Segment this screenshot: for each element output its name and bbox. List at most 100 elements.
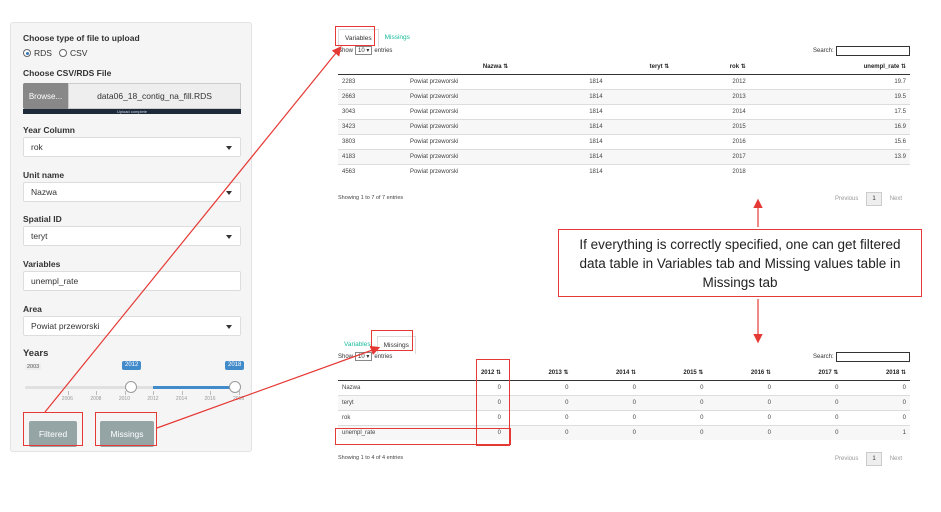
table-row: rok 0 0 0 0 0 0 0 <box>338 410 910 426</box>
years-min-label: 2003 <box>25 364 42 370</box>
column-header[interactable] <box>338 59 406 75</box>
table-cell: teryt <box>338 395 438 411</box>
area-select[interactable]: Powiat przeworski <box>23 316 241 336</box>
column-header[interactable]: 2014 ⇅ <box>572 365 640 381</box>
table-row: 3043 Powiat przeworski 1814 2014 17.5 <box>338 104 910 120</box>
table-cell: 2016 <box>673 134 750 150</box>
top-show-entries: Show 10 ▾ entries <box>338 46 392 55</box>
previous-button[interactable]: Previous <box>835 196 858 202</box>
column-header[interactable]: 2016 ⇅ <box>707 365 775 381</box>
next-button[interactable]: Next <box>890 456 902 462</box>
slider-tick <box>124 391 126 395</box>
slider-tick-label: 2016 <box>204 396 216 402</box>
browse-button[interactable]: Browse... <box>23 83 68 109</box>
bottom-search: Search: <box>813 352 910 362</box>
page-length-select[interactable]: 10 ▾ <box>355 46 373 55</box>
table-cell: Powiat przeworski <box>405 134 586 150</box>
column-header[interactable]: Nazwa ⇅ <box>405 59 586 75</box>
filtered-highlight <box>23 412 83 446</box>
show-label: Show <box>338 47 354 54</box>
slider-tick <box>67 391 69 395</box>
file-name-field[interactable]: data06_18_contig_na_fill.RDS <box>68 83 241 109</box>
table-cell: 0 <box>572 395 640 411</box>
table-row: 2283 Powiat przeworski 1814 2012 19.7 <box>338 74 910 90</box>
table-cell: 0 <box>505 410 573 426</box>
page-length-select[interactable]: 10 ▾ <box>355 352 373 361</box>
next-button[interactable]: Next <box>890 196 902 202</box>
slider-tick-label: 2014 <box>175 396 188 402</box>
area-value: Powiat przeworski <box>31 321 100 331</box>
page-1-button[interactable]: 1 <box>866 452 882 466</box>
years-slider-fill <box>153 386 239 389</box>
table-cell: 0 <box>639 410 708 426</box>
slider-tick-label: 2010 <box>118 396 130 402</box>
years-label: Years <box>23 348 49 359</box>
table-cell: 1814 <box>585 104 674 120</box>
table-cell: Powiat przeworski <box>405 149 586 165</box>
page-length-value: 10 <box>358 354 365 360</box>
radio-rds[interactable] <box>23 49 31 57</box>
column-header[interactable]: 2013 ⇅ <box>505 365 573 381</box>
radio-csv[interactable] <box>58 49 67 57</box>
spatial-id-value: teryt <box>31 231 48 241</box>
variables-table: Nazwa ⇅ teryt ⇅ rok ⇅ unempl_rate ⇅ 2283 Powi… <box>338 59 910 179</box>
table-row: 4183 Powiat przeworski 1814 2017 13.9 <box>338 149 910 165</box>
variables-value: unempl_rate <box>31 276 79 286</box>
column-header[interactable]: 2017 ⇅ <box>774 365 843 381</box>
table-cell <box>749 164 910 179</box>
unit-name-select[interactable]: Nazwa <box>23 182 241 202</box>
slider-tick-label: 2018 <box>233 396 245 402</box>
table-cell: 2017 <box>673 149 750 165</box>
years-slider-handle-from[interactable] <box>125 381 137 393</box>
area-label: Area <box>23 304 42 314</box>
table-cell: 3423 <box>338 119 406 135</box>
column-header[interactable]: teryt ⇅ <box>585 59 674 75</box>
search-input[interactable] <box>835 46 910 56</box>
entries-label: entries <box>374 353 393 360</box>
table-cell: 16.9 <box>749 119 910 135</box>
search-label: Search: <box>813 48 834 54</box>
column-header[interactable] <box>338 365 438 381</box>
years-from-bubble: 2012 <box>122 361 142 370</box>
column-header[interactable]: 2015 ⇅ <box>639 365 708 381</box>
file-label: Choose CSV/RDS File <box>23 68 112 78</box>
tab-missings[interactable]: Missings <box>379 29 416 47</box>
bottom-pagination: Previous 1 Next <box>835 452 902 466</box>
table-cell: 2283 <box>338 74 406 90</box>
slider-tick <box>210 391 212 395</box>
slider-tick-label: 2006 <box>61 396 73 402</box>
previous-button[interactable]: Previous <box>835 456 858 462</box>
variables-input[interactable]: unempl_rate <box>23 271 241 291</box>
chevron-down-icon <box>226 146 232 150</box>
radio-csv-label: CSV <box>69 48 88 58</box>
search-input[interactable] <box>835 352 910 362</box>
unit-name-value: Nazwa <box>31 187 57 197</box>
table-cell: Powiat przeworski <box>405 164 586 179</box>
table-cell: 15.6 <box>749 134 910 150</box>
variables-tab-highlight <box>335 26 375 46</box>
chevron-down-icon <box>226 235 232 239</box>
sidebar-panel: Choose type of file to upload RDS CSV Ch… <box>10 22 252 452</box>
table-cell: 0 <box>842 395 910 411</box>
chevron-down-icon <box>226 191 232 195</box>
table-cell: 1814 <box>585 119 674 135</box>
table-cell: 0 <box>639 380 708 396</box>
column-header[interactable]: rok ⇅ <box>673 59 750 75</box>
table-cell: rok <box>338 410 438 426</box>
table-row: 3803 Powiat przeworski 1814 2016 15.6 <box>338 134 910 150</box>
page-1-button[interactable]: 1 <box>866 192 882 206</box>
year-column-select[interactable]: rok <box>23 137 241 157</box>
screenshot-stage: Choose type of file to upload RDS CSV Ch… <box>0 0 941 512</box>
table-cell: Powiat przeworski <box>405 74 586 90</box>
table-cell: 0 <box>774 380 843 396</box>
table-cell: 2013 <box>673 89 750 105</box>
spatial-id-select[interactable]: teryt <box>23 226 241 246</box>
upload-progress-bar: Upload complete <box>23 109 241 114</box>
table-cell: 0 <box>572 425 640 440</box>
table-cell: 0 <box>774 425 843 440</box>
table-cell: 0 <box>707 425 775 440</box>
slider-tick <box>153 391 155 395</box>
column-header[interactable]: 2018 ⇅ <box>842 365 910 381</box>
column-header[interactable]: unempl_rate ⇅ <box>749 59 910 75</box>
table-cell: 17.5 <box>749 104 910 120</box>
